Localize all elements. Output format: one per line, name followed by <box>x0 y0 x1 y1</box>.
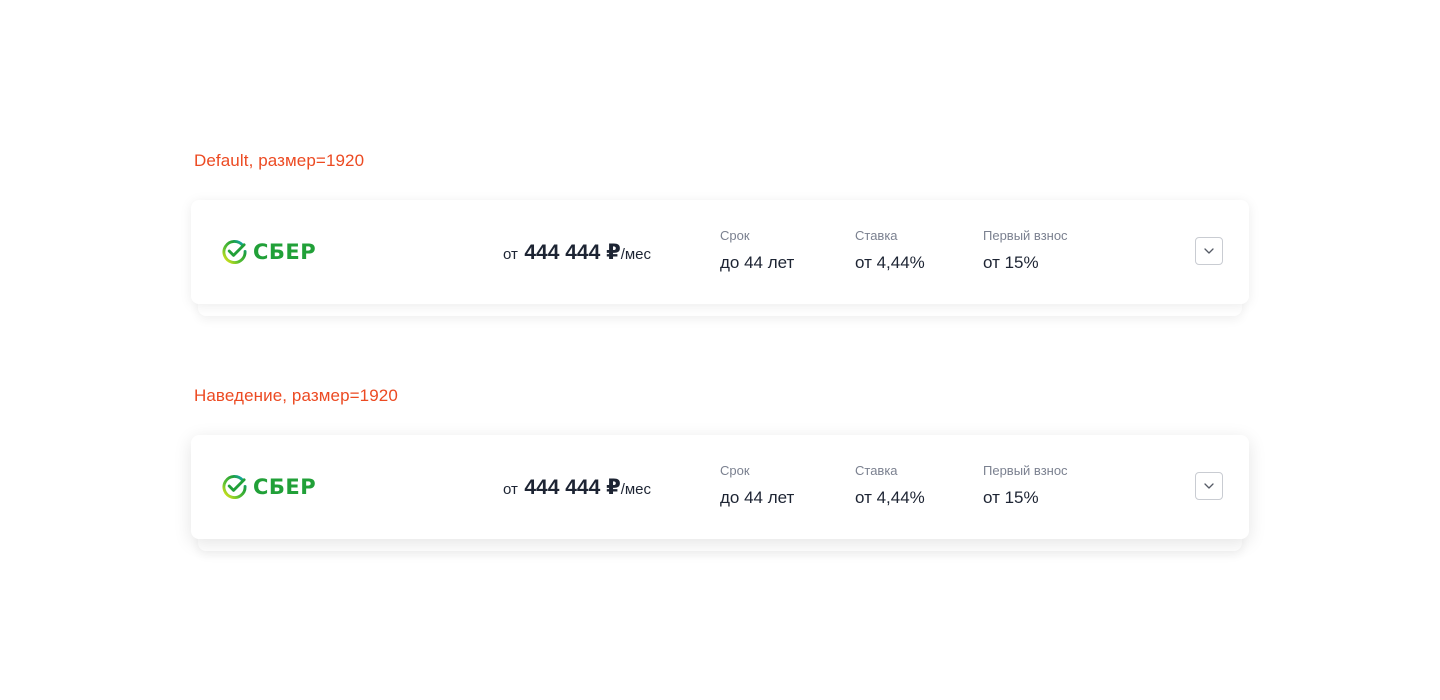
page: Default, размер=1920 СБЕР от 444 444 ₽/м… <box>0 0 1440 700</box>
rate-value: от 4,44% <box>855 253 925 272</box>
variant-label-default: Default, размер=1920 <box>194 151 365 170</box>
down-payment-value: от 15% <box>983 253 1039 272</box>
offer-card-wrapper-hover: СБЕР от 444 444 ₽/мес Срок до 44 лет Ста… <box>191 435 1249 552</box>
rate-block: Ставка от 4,44% <box>855 463 925 508</box>
price-suffix: /мес <box>620 246 652 263</box>
monthly-payment: от 444 444 ₽/мес <box>503 240 651 265</box>
rate-label: Ставка <box>855 228 898 243</box>
chevron-down-icon <box>1204 483 1214 489</box>
term-block: Срок до 44 лет <box>720 228 794 273</box>
sber-check-icon <box>222 475 247 499</box>
monthly-payment: от 444 444 ₽/мес <box>503 475 651 500</box>
bank-logo-text: СБЕР <box>253 239 317 264</box>
rate-value: от 4,44% <box>855 488 925 507</box>
term-value: до 44 лет <box>720 488 795 507</box>
term-label: Срок <box>720 463 750 478</box>
price-amount: 444 444 ₽ <box>524 476 621 499</box>
bank-logo: СБЕР <box>222 239 316 264</box>
down-payment-block: Первый взнос от 15% <box>983 463 1068 508</box>
down-payment-value: от 15% <box>983 488 1039 507</box>
chevron-down-icon <box>1204 248 1214 254</box>
offer-card-default[interactable]: СБЕР от 444 444 ₽/мес Срок до 44 лет Ста… <box>191 200 1249 304</box>
down-payment-label: Первый взнос <box>983 463 1068 478</box>
term-value: до 44 лет <box>720 253 795 272</box>
down-payment-block: Первый взнос от 15% <box>983 228 1068 273</box>
offer-card-wrapper-default: СБЕР от 444 444 ₽/мес Срок до 44 лет Ста… <box>191 200 1249 317</box>
variant-label-hover: Наведение, размер=1920 <box>194 386 398 405</box>
price-prefix: от <box>503 246 518 263</box>
expand-button[interactable] <box>1195 237 1223 265</box>
price-amount: 444 444 ₽ <box>524 241 621 264</box>
term-label: Срок <box>720 228 750 243</box>
bank-logo-text: СБЕР <box>253 474 317 499</box>
offer-card-hover[interactable]: СБЕР от 444 444 ₽/мес Срок до 44 лет Ста… <box>191 435 1249 539</box>
price-suffix: /мес <box>620 481 652 498</box>
expand-button[interactable] <box>1195 472 1223 500</box>
price-prefix: от <box>503 481 518 498</box>
rate-block: Ставка от 4,44% <box>855 228 925 273</box>
down-payment-label: Первый взнос <box>983 228 1068 243</box>
bank-logo: СБЕР <box>222 474 316 499</box>
rate-label: Ставка <box>855 463 898 478</box>
sber-check-icon <box>222 240 247 264</box>
term-block: Срок до 44 лет <box>720 463 794 508</box>
